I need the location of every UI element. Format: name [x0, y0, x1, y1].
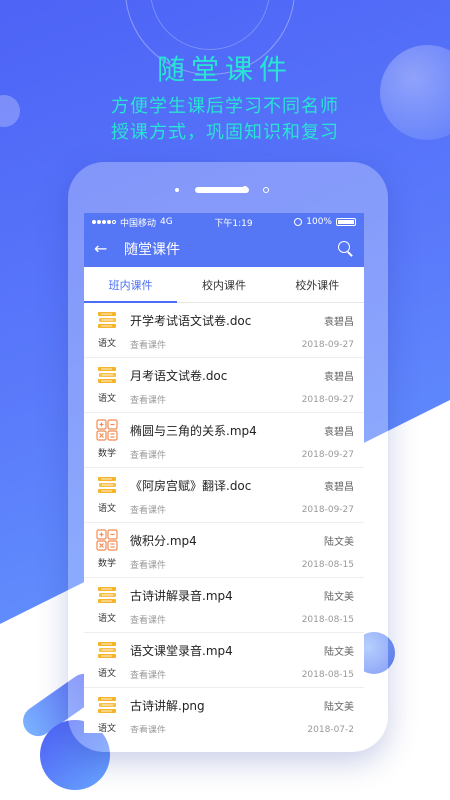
view-courseware-link[interactable]: 查看课件 [130, 723, 166, 733]
status-bar: 中国移动 4G 下午1:19 100% [84, 213, 364, 231]
signal-icon [92, 220, 116, 224]
battery-percent: 100% [306, 217, 332, 227]
tab-external-courseware[interactable]: 校外课件 [271, 267, 364, 302]
file-name: 语文课堂录音.mp4 [130, 644, 233, 658]
list-item[interactable]: 语文 语文课堂录音.mp4 陆文美查看课件 2018-08-15 [84, 633, 364, 688]
books-icon [96, 309, 118, 331]
math-icon [96, 529, 118, 551]
books-icon [96, 694, 118, 716]
item-body: 椭圆与三角的关系.mp4 袁碧昌查看课件 2018-09-27 [130, 419, 354, 467]
upload-date: 2018-09-27 [301, 504, 354, 515]
file-name: 微积分.mp4 [130, 534, 197, 548]
app-screen: 中国移动 4G 下午1:19 100% ← 随堂课件 班内课件 校内课件 校外课… [84, 213, 364, 733]
author-name: 陆文美 [324, 537, 354, 548]
phone-sensor [242, 186, 248, 192]
list-item[interactable]: 语文 古诗讲解录音.mp4 陆文美查看课件 2018-08-15 [84, 578, 364, 633]
subject-column: 语文 [94, 309, 120, 357]
subject-label: 语文 [97, 504, 116, 514]
upload-date: 2018-08-15 [301, 614, 354, 625]
item-body: 开学考试语文试卷.doc 袁碧昌查看课件 2018-09-27 [130, 309, 354, 357]
item-body: 古诗讲解.png 陆文美查看课件 2018-07-2 [130, 694, 354, 733]
item-body: 《阿房宫赋》翻译.doc 袁碧昌查看课件 2018-09-27 [130, 474, 354, 522]
phone-frame: 中国移动 4G 下午1:19 100% ← 随堂课件 班内课件 校内课件 校外课… [68, 162, 388, 752]
list-item[interactable]: 语文 月考语文试卷.doc 袁碧昌查看课件 2018-09-27 [84, 358, 364, 413]
promo-subline: 方便学生课后学习不同名师 [111, 96, 339, 117]
books-icon [96, 364, 118, 386]
phone-sensor [263, 187, 269, 193]
author-name: 袁碧昌 [324, 372, 354, 383]
subject-label: 数学 [97, 559, 116, 569]
tab-school-courseware[interactable]: 校内课件 [177, 267, 270, 302]
view-courseware-link[interactable]: 查看课件 [130, 668, 166, 681]
file-name: 椭圆与三角的关系.mp4 [130, 424, 257, 438]
phone-speaker [195, 187, 249, 193]
item-body: 月考语文试卷.doc 袁碧昌查看课件 2018-09-27 [130, 364, 354, 412]
list-item[interactable]: 语文 《阿房宫赋》翻译.doc 袁碧昌查看课件 2018-09-27 [84, 468, 364, 523]
subject-column: 语文 [94, 364, 120, 412]
carrier-label: 中国移动 [120, 218, 157, 229]
promo-headline: 随堂课件 [156, 53, 293, 86]
subject-label: 语文 [97, 614, 116, 624]
back-arrow-icon[interactable]: ← [94, 241, 110, 257]
author-name: 袁碧昌 [324, 427, 354, 438]
subject-column: 语文 [94, 474, 120, 522]
file-name: 古诗讲解录音.mp4 [130, 589, 233, 603]
file-name: 月考语文试卷.doc [130, 369, 228, 383]
orientation-lock-icon [294, 218, 303, 226]
upload-date: 2018-09-27 [301, 339, 354, 350]
courseware-list: 语文 开学考试语文试卷.doc 袁碧昌 查看课件 2018-09-27 语文 月考语文试卷.… [84, 303, 364, 733]
books-icon [96, 584, 118, 606]
page-title: 随堂课件 [124, 242, 180, 258]
item-body: 古诗讲解录音.mp4 陆文美查看课件 2018-08-15 [130, 584, 354, 632]
battery-icon [335, 218, 356, 226]
subject-label: 语文 [97, 669, 116, 679]
view-courseware-link[interactable]: 查看课件 [130, 393, 166, 406]
author-name: 陆文美 [324, 592, 354, 603]
list-item[interactable]: 数学 椭圆与三角的关系.mp4 袁碧昌查看课件 2018-09-27 [84, 413, 364, 468]
tab-bar: 班内课件 校内课件 校外课件 [84, 267, 364, 303]
search-icon[interactable] [338, 241, 354, 257]
subject-label: 数学 [97, 449, 116, 459]
author-name: 袁碧昌 [324, 482, 354, 493]
author-name: 袁碧昌 [324, 317, 354, 328]
upload-date: 2018-07-2 [307, 724, 354, 734]
view-courseware-link[interactable]: 查看课件 [130, 448, 166, 461]
list-item[interactable]: 语文 开学考试语文试卷.doc 袁碧昌查看课件 2018-09-27 [84, 303, 364, 358]
upload-date: 2018-09-27 [301, 449, 354, 460]
clock: 下午1:19 [214, 218, 253, 229]
books-icon [96, 474, 118, 496]
phone-camera [175, 188, 179, 192]
list-item[interactable]: 数学 微积分.mp4 陆文美查看课件 2018-08-15 [84, 523, 364, 578]
tab-class-courseware[interactable]: 班内课件 [84, 267, 178, 303]
author-name: 陆文美 [324, 647, 354, 658]
subject-column: 语文 [94, 639, 120, 687]
author-name: 陆文美 [324, 702, 354, 713]
item-body: 微积分.mp4 陆文美查看课件 2018-08-15 [130, 529, 354, 577]
upload-date: 2018-08-15 [301, 669, 354, 680]
file-name: 《阿房宫赋》翻译.doc [130, 479, 252, 493]
math-icon [96, 419, 118, 441]
subject-label: 语文 [97, 394, 116, 404]
subject-column: 数学 [94, 529, 120, 577]
view-courseware-link[interactable]: 查看课件 [130, 558, 166, 571]
upload-date: 2018-08-15 [301, 559, 354, 570]
upload-date: 2018-09-27 [301, 394, 354, 405]
promo-subline: 授课方式，巩固知识和复习 [111, 122, 339, 143]
view-courseware-link[interactable]: 查看课件 [130, 503, 166, 516]
nav-bar: ← 随堂课件 [84, 231, 364, 267]
network-label: 4G [160, 217, 173, 227]
view-courseware-link[interactable]: 查看课件 [130, 613, 166, 626]
subject-label: 语文 [97, 339, 116, 349]
promo-screen: 随堂课件 方便学生课后学习不同名师 授课方式，巩固知识和复习 中国移动 4G 下… [0, 0, 450, 800]
list-item[interactable]: 语文 古诗讲解.png 陆文美查看课件 2018-07-2 [84, 688, 364, 733]
file-name: 开学考试语文试卷.doc [130, 314, 252, 328]
subject-column: 语文 [94, 694, 120, 733]
file-name: 古诗讲解.png [130, 699, 205, 713]
subject-label: 语文 [97, 724, 116, 733]
item-body: 语文课堂录音.mp4 陆文美查看课件 2018-08-15 [130, 639, 354, 687]
view-courseware-link[interactable]: 查看课件 [130, 338, 166, 351]
subject-column: 语文 [94, 584, 120, 632]
subject-column: 数学 [94, 419, 120, 467]
books-icon [96, 639, 118, 661]
